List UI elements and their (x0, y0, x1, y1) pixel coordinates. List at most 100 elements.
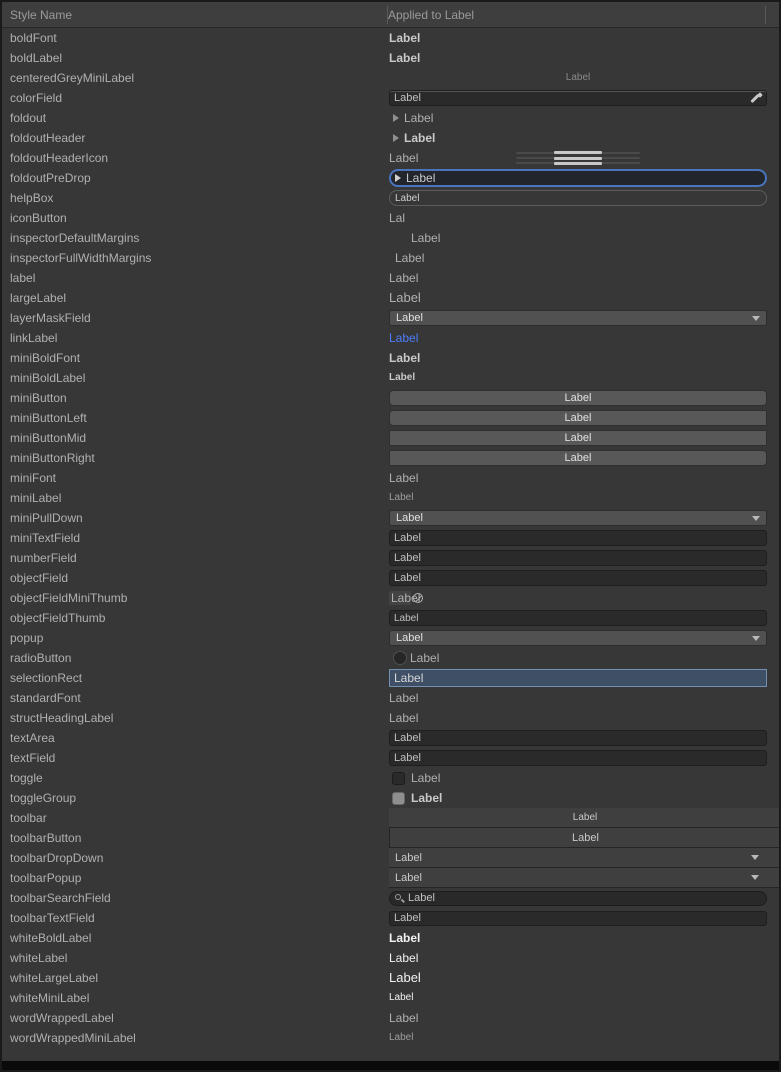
preview-wordWrappedMiniLabel: Label (389, 1028, 781, 1048)
mini-button[interactable]: Label (389, 410, 767, 426)
toolbar-dropdown-label: Label (395, 852, 422, 864)
field-text: Label (394, 572, 421, 584)
popup-field[interactable]: Label (389, 510, 767, 526)
foldout-predrop[interactable]: Label (389, 169, 767, 187)
toolbar-search-field[interactable]: Label (389, 891, 767, 906)
label-text: Label (389, 28, 420, 48)
text-field[interactable]: Label (389, 610, 767, 626)
label-text: Label (389, 288, 421, 308)
label-text: Label (389, 1008, 418, 1028)
toolbar-dropdown-label: Label (395, 872, 422, 884)
style-name: standardFont (2, 691, 389, 705)
style-list: boldFontLabelboldLabelLabelcenteredGreyM… (2, 28, 779, 1048)
column-resize-handle[interactable] (387, 6, 388, 24)
mini-button[interactable]: Label (389, 450, 767, 466)
toolbar-label: Label (572, 832, 599, 844)
style-name: toolbarSearchField (2, 891, 389, 905)
row-centeredGreyMiniLabel: centeredGreyMiniLabelLabel (2, 68, 779, 88)
eyedropper-icon[interactable] (750, 92, 762, 104)
row-whiteMiniLabel: whiteMiniLabelLabel (2, 988, 779, 1008)
toggle[interactable]: Label (389, 791, 442, 805)
style-name: foldoutHeaderIcon (2, 151, 389, 165)
style-name: structHeadingLabel (2, 711, 389, 725)
popup-field[interactable]: Label (389, 310, 767, 326)
preview-miniButton: Label (389, 388, 781, 408)
label-text: Label (389, 228, 440, 248)
checkbox[interactable] (392, 792, 405, 805)
row-iconButton: iconButtonLal (2, 208, 779, 228)
object-picker-icon[interactable] (413, 593, 423, 603)
color-field[interactable]: Label (389, 90, 767, 106)
selection-label: Label (394, 671, 423, 685)
checkbox[interactable] (392, 772, 405, 785)
label-text: Label (389, 988, 413, 1008)
field-text: Label (394, 912, 421, 924)
row-textField: textFieldLabel (2, 748, 779, 768)
style-name: toolbarPopup (2, 871, 389, 885)
preview-whiteLargeLabel: Label (389, 968, 781, 988)
preview-radioButton: Label (389, 648, 781, 668)
style-name: colorField (2, 91, 389, 105)
text-field[interactable]: Label (389, 570, 767, 586)
mini-button[interactable]: Label (389, 390, 767, 406)
mini-button[interactable]: Label (389, 430, 767, 446)
popup-label: Label (396, 312, 423, 324)
preview-miniButtonRight: Label (389, 448, 781, 468)
row-foldoutPreDrop: foldoutPreDropLabel (2, 168, 779, 188)
hamburger-icon[interactable] (554, 151, 602, 165)
style-name: boldLabel (2, 51, 389, 65)
preview-whiteMiniLabel: Label (389, 988, 781, 1008)
toggle-label: Label (411, 771, 440, 785)
row-toggleGroup: toggleGroupLabel (2, 788, 779, 808)
preview-objectFieldMiniThumb: Label (389, 588, 781, 608)
preview-selectionRect: Label (389, 668, 781, 688)
toolbar-label: Label (573, 812, 597, 823)
radio-button[interactable]: Label (389, 651, 439, 665)
label-text: Lal (389, 208, 405, 228)
text-field[interactable]: Label (389, 530, 767, 546)
search-text: Label (408, 892, 435, 904)
row-miniLabel: miniLabelLabel (2, 488, 779, 508)
text-field[interactable]: Label (389, 911, 767, 926)
row-miniTextField: miniTextFieldLabel (2, 528, 779, 548)
row-helpBox: helpBoxLabel (2, 188, 779, 208)
label-text: Label (389, 708, 418, 728)
style-name: toolbarButton (2, 831, 389, 845)
row-wordWrappedLabel: wordWrappedLabelLabel (2, 1008, 779, 1028)
preview-foldoutHeader: Label (389, 128, 781, 148)
foldout-header-icon-row: Label (389, 151, 767, 165)
text-field[interactable]: Label (389, 550, 767, 566)
column-header-applied-to-label: Applied to Label (381, 8, 779, 22)
preview-miniBoldFont: Label (389, 348, 781, 368)
row-miniBoldLabel: miniBoldLabelLabel (2, 368, 779, 388)
button-label: Label (565, 432, 592, 444)
toggle[interactable]: Label (389, 771, 440, 785)
label-text: Label (389, 1028, 413, 1048)
bottom-bar (2, 1061, 779, 1070)
foldout-triangle-icon (395, 174, 401, 182)
foldout[interactable]: Label (389, 131, 435, 145)
preview-toolbarSearchField: Label (389, 888, 781, 908)
preview-numberField: Label (389, 548, 781, 568)
toolbar-dropdown[interactable]: Label (389, 868, 781, 888)
style-name: miniButtonMid (2, 431, 389, 445)
style-name: miniBoldFont (2, 351, 389, 365)
label-text: Label (389, 328, 418, 348)
text-field[interactable]: Label (389, 750, 767, 766)
style-name: centeredGreyMiniLabel (2, 71, 389, 85)
popup-field[interactable]: Label (389, 630, 767, 646)
object-field-mini-thumb[interactable]: Label (389, 588, 423, 608)
preview-foldoutPreDrop: Label (389, 168, 781, 188)
toolbar-button[interactable]: Label (389, 828, 781, 848)
preview-toolbarPopup: Label (389, 868, 781, 888)
preview-miniButtonLeft: Label (389, 408, 781, 428)
column-resize-handle-right[interactable] (765, 6, 766, 24)
row-colorField: colorFieldLabel (2, 88, 779, 108)
preview-miniBoldLabel: Label (389, 368, 781, 388)
toolbar-dropdown[interactable]: Label (389, 848, 781, 868)
text-field[interactable]: Label (389, 730, 767, 746)
style-name: toolbarDropDown (2, 851, 389, 865)
label-text: Label (389, 968, 421, 988)
foldout[interactable]: Label (389, 111, 433, 125)
selection-rect[interactable]: Label (389, 669, 767, 687)
